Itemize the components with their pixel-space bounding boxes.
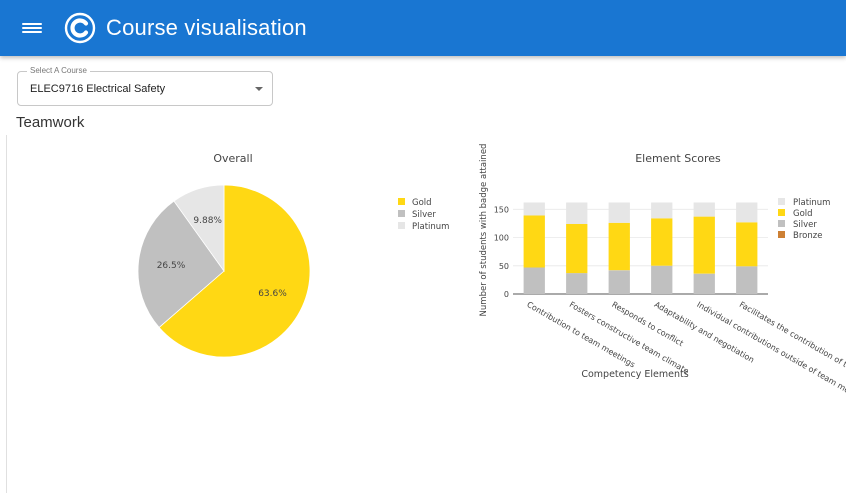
course-select-label: Select A Course [27,66,90,75]
bar-legend-label-gold[interactable]: Gold [793,209,813,219]
bar-legend-label-silver[interactable]: Silver [793,220,817,230]
bar-chart-y-axis-title: Number of students with badge attained [479,144,489,317]
app-title: Course visualisation [106,15,307,40]
bar-legend-swatch-platinum [778,198,785,205]
course-select-value: ELEC9716 Electrical Safety [30,83,166,95]
pie-legend-swatch-gold [398,198,405,205]
bar-platinum-6[interactable] [736,202,758,223]
bar-silver-2[interactable] [566,273,588,294]
pie-legend-label-gold[interactable]: Gold [412,198,432,208]
course-select[interactable]: Select A Course ELEC9716 Electrical Safe… [17,66,273,106]
bar-chart-y-tick-label: 0 [504,290,509,299]
pie-slice-label-gold: 63.6% [258,289,287,299]
bar-silver-1[interactable] [523,267,545,295]
bar-platinum-1[interactable] [523,202,545,216]
bar-platinum-3[interactable] [608,202,630,223]
bar-platinum-4[interactable] [651,202,673,219]
bar-legend-swatch-gold [778,209,785,216]
bar-legend-label-platinum[interactable]: Platinum [793,198,830,208]
bar-gold-3[interactable] [608,222,630,271]
overall-pie-chart: Overall 63.6% 26.5% 9.88% Gold Silver Platin… [137,152,449,358]
bar-platinum-2[interactable] [566,202,588,225]
bar-chart-title: Element Scores [635,152,721,165]
bar-chart-y-tick-label: 150 [494,205,509,214]
pie-slice-label-platinum: 9.88% [193,216,222,226]
bar-gold-4[interactable] [651,218,673,266]
bar-gold-2[interactable] [566,224,588,274]
pie-legend-swatch-platinum [398,222,405,229]
bar-chart-x-tick-label: Responds to conflict [610,300,685,348]
bar-gold-5[interactable] [693,216,715,274]
bar-gold-6[interactable] [736,222,758,267]
bar-silver-6[interactable] [736,266,758,294]
bar-silver-4[interactable] [651,265,673,294]
bar-legend-label-bronze[interactable]: Bronze [793,231,822,241]
app-logo-icon [64,12,96,44]
pie-legend-label-platinum[interactable]: Platinum [412,222,449,232]
pie-legend-swatch-silver [398,210,405,217]
bar-legend-swatch-bronze [778,231,785,238]
bar-platinum-5[interactable] [693,202,715,217]
bar-legend-swatch-silver [778,220,785,227]
pie-legend-label-silver[interactable]: Silver [412,210,436,220]
bar-silver-3[interactable] [608,270,630,294]
section-title: Teamwork [16,114,85,131]
chevron-down-icon [255,87,263,91]
bar-gold-1[interactable] [523,215,545,268]
bar-chart-x-axis-title: Competency Elements [581,369,688,380]
app-bar: Course visualisation [0,0,846,56]
bar-chart-y-tick-label: 50 [499,262,509,271]
element-scores-bar-chart: Element Scores Number of students with b… [479,144,846,400]
menu-icon[interactable] [22,20,42,36]
pie-chart-title: Overall [213,152,252,165]
bar-silver-5[interactable] [693,273,715,294]
pie-slice-label-silver: 26.5% [157,261,186,271]
bar-chart-y-tick-label: 100 [494,234,509,243]
divider [6,135,7,493]
